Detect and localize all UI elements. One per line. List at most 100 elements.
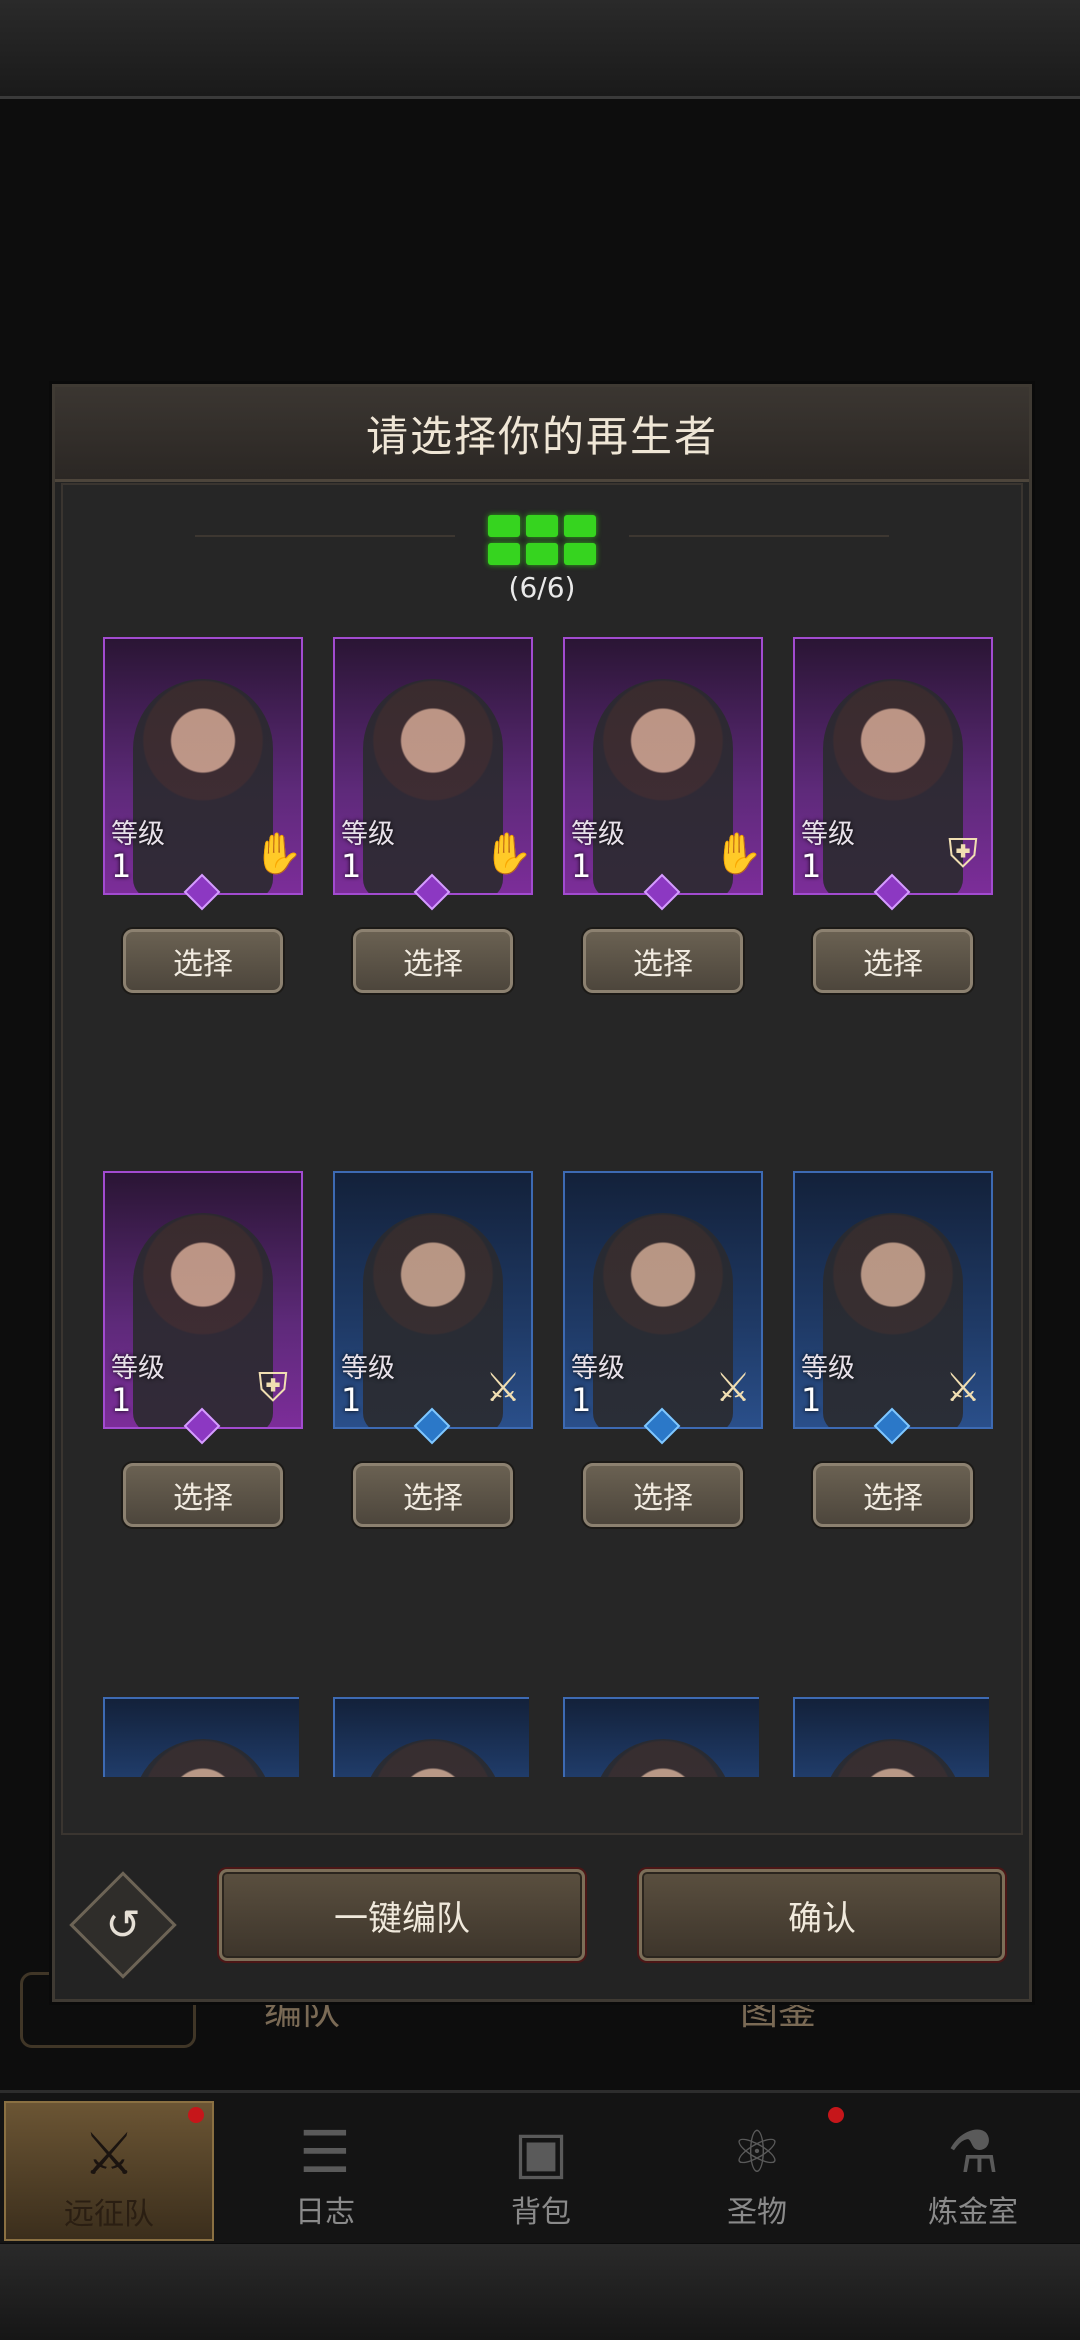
sword-icon: ⚔ (485, 1365, 521, 1411)
level-value: 1 (111, 847, 132, 885)
capacity-slots-bottom (55, 543, 1029, 565)
team-slot (564, 515, 596, 537)
alchemy-icon: ⚗ (947, 2118, 999, 2186)
nav-expedition[interactable]: ⚔ 远征队 (4, 2101, 214, 2241)
hero-figure (363, 1213, 503, 1427)
select-button[interactable]: 选择 (353, 1463, 513, 1527)
hero-portrait[interactable]: 等级 1 ⚔ (333, 1171, 533, 1429)
nav-label: 远征队 (64, 2197, 154, 2232)
hero-figure (593, 1213, 733, 1427)
hero-portrait[interactable]: 等级 1 ⚔ (563, 1171, 763, 1429)
select-button[interactable]: 选择 (123, 929, 283, 993)
hero-figure (363, 1739, 503, 1777)
hero-portrait[interactable]: 等级 1 ✋ (563, 637, 763, 895)
level-label: 等级 (341, 1353, 395, 1384)
hero-figure (133, 1213, 273, 1427)
level-value: 1 (571, 1381, 592, 1419)
nav-alchemy[interactable]: ⚗ 炼金室 (870, 2101, 1076, 2237)
nav-backpack[interactable]: ▣ 背包 (438, 2101, 644, 2237)
level-label: 等级 (111, 1353, 165, 1384)
backpack-icon: ▣ (513, 2118, 569, 2186)
hero-card: 等级 1 ⛨ 选择 (103, 1171, 303, 1527)
modal-title: 请选择你的再生者 (365, 411, 718, 461)
scroll-icon: ☰ (299, 2118, 351, 2186)
select-button[interactable]: 选择 (353, 929, 513, 993)
select-button[interactable]: 选择 (123, 1463, 283, 1527)
team-slot (526, 515, 558, 537)
viking-helmet-icon: ⚔ (83, 2120, 135, 2188)
hero-card: 等级 1 ✋ 选择 (563, 637, 763, 993)
capacity-count: (6/6) (508, 571, 576, 604)
nav-label: 背包 (511, 2195, 571, 2230)
hero-figure (823, 1213, 963, 1427)
confirm-button[interactable]: 确认 (639, 1869, 1005, 1961)
level-label: 等级 (801, 819, 855, 850)
hand-icon: ✋ (713, 831, 763, 877)
undo-arrow-icon: ↺ (105, 1900, 141, 1949)
modal-footer: ↺ 一键编队 确认 (55, 1847, 1029, 1997)
level-label: 等级 (111, 819, 165, 850)
hero-grid: 等级 1 ✋ 选择 等级 1 ✋ 选择 等级 1 ✋ 选择 等级 1 ⛨ 选择 … (55, 637, 1029, 1817)
level-value: 1 (571, 847, 592, 885)
hero-card-partial (333, 1697, 529, 1777)
hero-figure (133, 679, 273, 893)
hero-card-partial (563, 1697, 759, 1777)
team-slot (488, 515, 520, 537)
hand-icon: ✋ (483, 831, 533, 877)
level-value: 1 (801, 1381, 822, 1419)
top-frame (0, 0, 1080, 99)
team-slot (526, 543, 558, 565)
hero-figure (823, 1739, 963, 1777)
hero-card: 等级 1 ⚔ 选择 (333, 1171, 533, 1527)
hero-figure (593, 679, 733, 893)
hero-card: 等级 1 ✋ 选择 (103, 637, 303, 993)
hero-figure (133, 1739, 273, 1777)
nav-label: 日志 (295, 2195, 355, 2230)
modal-header: 请选择你的再生者 (55, 387, 1029, 482)
shield-icon: ⛨ (258, 1365, 288, 1411)
nav-label: 圣物 (727, 2195, 787, 2230)
hero-select-modal: 请选择你的再生者 (6/6) 等级 1 ✋ 选择 等级 1 ✋ 选择 等级 1 … (52, 384, 1032, 2002)
team-slot (488, 543, 520, 565)
hero-portrait[interactable] (333, 1697, 529, 1777)
team-capacity: (6/6) (55, 515, 1029, 604)
hero-card-partial (103, 1697, 299, 1777)
hand-icon: ✋ (253, 831, 303, 877)
select-button[interactable]: 选择 (813, 1463, 973, 1527)
hero-portrait[interactable]: 等级 1 ⚔ (793, 1171, 993, 1429)
hero-card: 等级 1 ⛨ 选择 (793, 637, 993, 993)
chalice-icon: ⚛ (731, 2118, 783, 2186)
hero-figure (593, 1739, 733, 1777)
level-value: 1 (341, 1381, 362, 1419)
level-label: 等级 (341, 819, 395, 850)
hero-portrait[interactable] (103, 1697, 299, 1777)
hero-card-partial (793, 1697, 989, 1777)
hero-portrait[interactable]: 等级 1 ✋ (333, 637, 533, 895)
select-button[interactable]: 选择 (583, 1463, 743, 1527)
nav-journal[interactable]: ☰ 日志 (222, 2101, 428, 2237)
hero-card: 等级 1 ⚔ 选择 (793, 1171, 993, 1527)
hero-portrait[interactable]: 等级 1 ⛨ (103, 1171, 303, 1429)
hero-portrait[interactable]: 等级 1 ✋ (103, 637, 303, 895)
bottom-frame (0, 2244, 1080, 2340)
level-value: 1 (801, 847, 822, 885)
level-label: 等级 (571, 1353, 625, 1384)
level-label: 等级 (571, 819, 625, 850)
level-value: 1 (341, 847, 362, 885)
hero-portrait[interactable] (793, 1697, 989, 1777)
level-value: 1 (111, 1381, 132, 1419)
hero-figure (823, 679, 963, 893)
select-button[interactable]: 选择 (583, 929, 743, 993)
nav-relics[interactable]: ⚛ 圣物 (654, 2101, 860, 2237)
sword-icon: ⚔ (945, 1365, 981, 1411)
notification-dot (188, 2107, 204, 2123)
sword-icon: ⚔ (715, 1365, 751, 1411)
bottom-nav: ⚔ 远征队 ☰ 日志 ▣ 背包 ⚛ 圣物 ⚗ 炼金室 (0, 2090, 1080, 2243)
level-label: 等级 (801, 1353, 855, 1384)
nav-label: 炼金室 (928, 2195, 1018, 2230)
select-button[interactable]: 选择 (813, 929, 973, 993)
auto-team-button[interactable]: 一键编队 (219, 1869, 585, 1961)
hero-portrait[interactable] (563, 1697, 759, 1777)
hero-portrait[interactable]: 等级 1 ⛨ (793, 637, 993, 895)
hero-card: 等级 1 ✋ 选择 (333, 637, 533, 993)
